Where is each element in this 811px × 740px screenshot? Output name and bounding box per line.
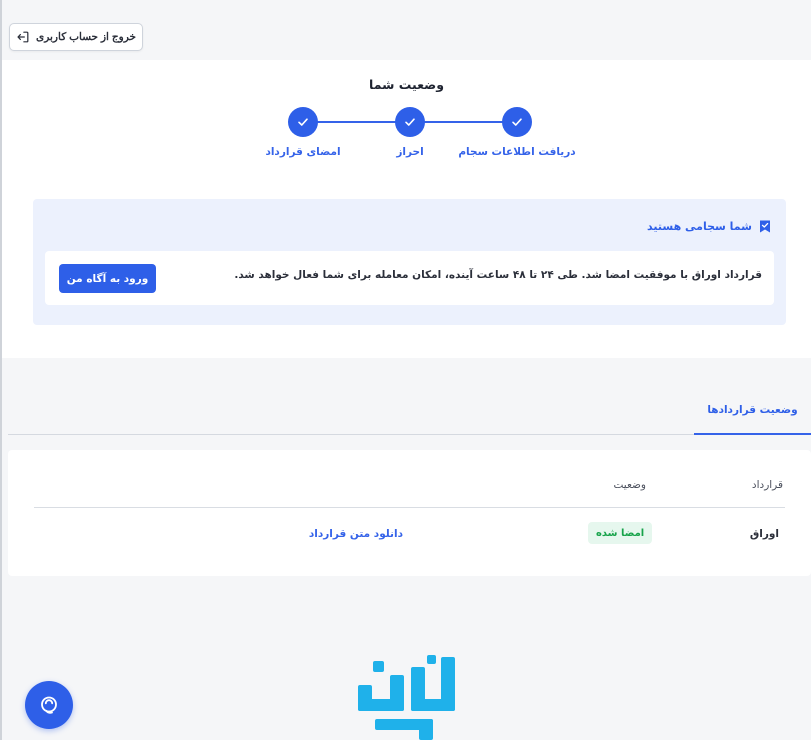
sejam-notice: شما سجامی هستید قرارداد اوراق با موفقیت …: [33, 199, 786, 325]
support-chat-icon: [41, 696, 57, 714]
notice-body: قرارداد اوراق با موفقیت امضا شد. طی ۲۴ ت…: [45, 251, 774, 305]
step-label-ehraz: احراز: [396, 146, 424, 158]
logout-icon: [17, 31, 29, 43]
bookmark-icon: [760, 220, 770, 233]
column-header-contract: قرارداد: [751, 479, 783, 491]
column-header-status: وضعیت: [613, 479, 646, 491]
contracts-table: قرارداد وضعیت اوراق امضا شده دانلود متن …: [8, 450, 811, 576]
notice-message: قرارداد اوراق با موفقیت امضا شد. طی ۲۴ ت…: [234, 269, 762, 281]
download-contract-link[interactable]: دانلود متن قرارداد: [309, 528, 403, 540]
check-icon: [298, 118, 308, 126]
step-label-contract: امضای قرارداد: [265, 146, 341, 158]
tab-bar: وضعیت قراردادها: [8, 385, 811, 435]
table-divider: [34, 507, 785, 508]
logout-label: خروج از حساب کاربری: [35, 31, 137, 43]
step-circle-contract: [288, 107, 318, 137]
logout-button[interactable]: خروج از حساب کاربری: [9, 23, 143, 51]
check-icon: [512, 118, 522, 126]
tab-divider: [8, 434, 694, 435]
enter-agah-button[interactable]: ورود به آگاه من: [59, 264, 156, 293]
step-circle-sejam: [502, 107, 532, 137]
check-icon: [405, 118, 415, 126]
support-button[interactable]: [25, 681, 73, 729]
status-badge: امضا شده: [588, 522, 653, 544]
step-label-sejam: دریافت اطلاعات سجام: [458, 146, 576, 158]
tab-contracts-status[interactable]: وضعیت قراردادها: [694, 385, 811, 435]
notice-heading-text: شما سجامی هستید: [647, 220, 752, 233]
brand-logo: [358, 655, 455, 740]
step-circle-ehraz: [395, 107, 425, 137]
contract-name: اوراق: [749, 528, 779, 540]
notice-heading: شما سجامی هستید: [647, 219, 772, 234]
page-title: وضعیت شما: [369, 77, 444, 92]
status-card: وضعیت شما دریافت اطلاعات سجام احراز امضا…: [2, 60, 811, 358]
